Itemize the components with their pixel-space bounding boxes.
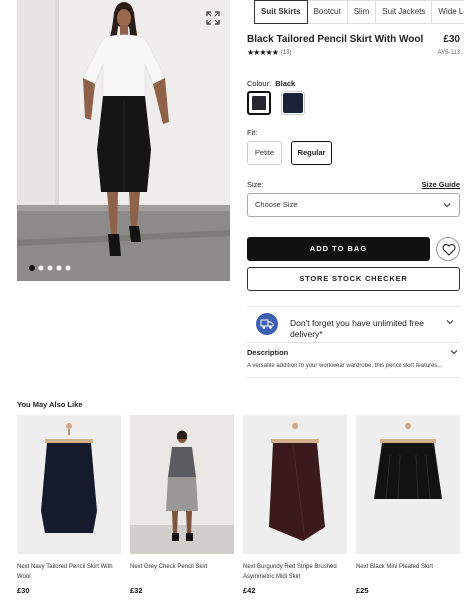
model-photo <box>17 0 230 281</box>
recommendation-card[interactable]: Next Black Mini Pleated Skirt £25 <box>356 415 460 595</box>
size-label: Size: <box>247 180 264 189</box>
chevron-down-icon[interactable] <box>446 318 454 326</box>
tab-suit-jackets[interactable]: Suit Jackets <box>376 0 433 24</box>
fit-option-petite[interactable]: Petite <box>247 141 282 165</box>
description-heading[interactable]: Description <box>247 348 288 357</box>
carousel-dot[interactable] <box>29 265 35 271</box>
product-thumbnail[interactable] <box>356 415 460 554</box>
card-name[interactable]: Next Navy Tailored Pencil Skirt With Woo… <box>17 562 121 584</box>
card-price: £42 <box>243 586 256 595</box>
colour-swatch-navy[interactable] <box>281 91 305 115</box>
size-select[interactable]: Choose Size <box>247 193 460 217</box>
size-select-value: Choose Size <box>255 200 298 209</box>
chevron-down-icon <box>443 203 451 208</box>
recommendations-heading: You May Also Like <box>17 400 83 409</box>
delivery-message: Don't forget you have unlimited free del… <box>290 318 424 339</box>
carousel-dot[interactable] <box>47 265 53 271</box>
style-tabs: Suit Skirts Bootcut Slim Suit Jackets Wi… <box>254 0 464 27</box>
colour-swatch-black[interactable] <box>247 91 271 115</box>
product-thumbnail[interactable] <box>130 415 234 554</box>
carousel-dot[interactable] <box>38 265 44 271</box>
tab-wide-leg[interactable]: Wide Leg <box>432 0 464 24</box>
star-rating-icon: ★★★★★ <box>247 48 279 57</box>
carousel-dot[interactable] <box>56 265 62 271</box>
wishlist-button[interactable] <box>436 237 460 261</box>
divider <box>247 377 460 378</box>
product-thumbnail[interactable] <box>243 415 347 554</box>
tab-bootcut[interactable]: Bootcut <box>307 0 348 24</box>
tab-slim[interactable]: Slim <box>347 0 377 24</box>
recommendation-card[interactable]: Next Navy Tailored Pencil Skirt With Woo… <box>17 415 121 595</box>
product-main-image[interactable] <box>17 0 230 281</box>
product-code: AY5-113 <box>437 50 460 56</box>
divider <box>247 342 460 343</box>
store-stock-checker-button[interactable]: STORE STOCK CHECKER <box>247 267 460 291</box>
description-text: A versatile addition to your workwear wa… <box>247 363 443 369</box>
card-price: £25 <box>356 586 369 595</box>
product-thumbnail[interactable] <box>17 415 121 554</box>
product-rating[interactable]: ★★★★★ (13) <box>247 48 292 57</box>
recommendation-card[interactable]: Next Burgundy Red Stripe Brushed Asymmet… <box>243 415 347 595</box>
swatch-fill <box>283 93 303 113</box>
add-to-bag-button[interactable]: ADD TO BAG <box>247 237 430 261</box>
delivery-van-icon <box>256 313 278 335</box>
colour-label: Colour: Black <box>247 79 295 88</box>
fit-option-regular[interactable]: Regular <box>291 141 332 165</box>
recommendation-card[interactable]: Next Grey Check Pencil Skirt £32 <box>130 415 234 595</box>
card-name[interactable]: Next Burgundy Red Stripe Brushed Asymmet… <box>243 562 347 584</box>
chevron-down-icon[interactable] <box>450 348 458 356</box>
fit-label: Fit: <box>247 128 258 137</box>
tab-suit-skirts[interactable]: Suit Skirts <box>254 0 308 24</box>
card-price: £30 <box>17 586 30 595</box>
carousel-dot[interactable] <box>65 265 71 271</box>
colour-label-text: Colour: <box>247 79 272 88</box>
selected-colour: Black <box>275 79 296 88</box>
card-name[interactable]: Next Grey Check Pencil Skirt <box>130 562 234 584</box>
product-title: Black Tailored Pencil Skirt With Wool <box>247 34 424 45</box>
expand-icon[interactable] <box>205 10 221 26</box>
carousel-dots <box>29 265 71 271</box>
card-price: £32 <box>130 586 143 595</box>
swatch-fill <box>252 96 266 110</box>
product-price: £30 <box>443 34 460 45</box>
divider <box>247 306 460 307</box>
size-guide-link[interactable]: Size Guide <box>422 180 460 189</box>
card-name[interactable]: Next Black Mini Pleated Skirt <box>356 562 460 584</box>
review-count[interactable]: (13) <box>281 50 292 56</box>
heart-icon <box>442 244 456 256</box>
